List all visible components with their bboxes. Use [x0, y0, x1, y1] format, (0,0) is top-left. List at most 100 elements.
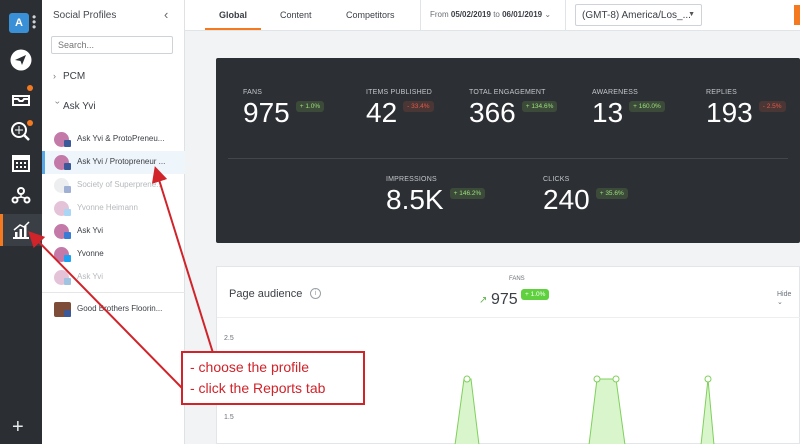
profile-item[interactable]: Ask Yvi — [42, 220, 185, 243]
chevron-down-icon: ▼ — [688, 11, 695, 18]
profile-item[interactable]: Good Brothers Floorin... — [42, 298, 185, 321]
stat-value: 366 — [469, 97, 516, 128]
send-icon[interactable] — [9, 48, 33, 72]
tab-content[interactable]: Content — [280, 10, 312, 20]
stat-label: CLICKS — [543, 176, 570, 183]
profile-item[interactable]: Yvonne — [42, 243, 185, 266]
twitter-icon — [64, 255, 71, 262]
date-range-picker[interactable]: From 05/02/2019 to 06/01/2019 ⌄ — [430, 10, 551, 19]
profile-item[interactable]: Yvonne Heimann — [42, 197, 185, 220]
chart-point — [612, 375, 620, 383]
date-to: 06/01/2019 — [502, 10, 543, 19]
chart-spike — [700, 378, 715, 444]
stat-label: REPLIES — [706, 89, 737, 96]
stat-change-badge: + 35.6% — [595, 188, 628, 199]
divider — [42, 292, 185, 293]
profile-name: Yvonne — [77, 249, 104, 258]
stat-label: AWARENESS — [592, 89, 639, 96]
profile-name: Ask Yvi / Protopreneur ... — [77, 157, 166, 166]
active-tab-indicator — [205, 28, 261, 30]
divider — [420, 0, 421, 31]
twitter-icon — [64, 209, 71, 216]
team-icon[interactable] — [9, 184, 33, 208]
stat-value: 240 — [543, 184, 590, 215]
divider — [228, 158, 788, 159]
profile-name: Ask Yvi & ProtoPreneu... — [77, 134, 165, 143]
listening-notification-dot — [27, 120, 33, 126]
stat-value: 42 — [366, 97, 398, 128]
date-from: 05/02/2019 — [450, 10, 491, 19]
stat-change-badge: + 146.2% — [449, 188, 486, 199]
group-ask-yvi[interactable]: ›Ask Yvi — [53, 101, 96, 112]
stat-change-badge: - 2.5% — [758, 101, 786, 112]
profile-item[interactable]: Ask Yvi — [42, 266, 185, 289]
stat-impressions: IMPRESSIONS 8.5K + 146.2% — [386, 176, 486, 216]
timezone-select[interactable]: (GMT-8) America/Los_... ▼ — [575, 4, 702, 26]
social-profiles-panel: Social Profiles ‹ ›PCM ›Ask Yvi Ask Yvi … — [42, 0, 185, 444]
chevron-down-icon: ⌄ — [544, 10, 552, 19]
stat-change-badge: + 160.0% — [629, 101, 665, 112]
facebook-icon — [64, 310, 71, 317]
stat-value: 13 — [592, 97, 624, 128]
profile-item[interactable]: Ask Yvi & ProtoPreneu... — [42, 128, 185, 151]
tab-competitors[interactable]: Competitors — [346, 10, 395, 20]
chevron-down-icon: › — [53, 101, 63, 104]
profile-name: Ask Yvi — [77, 272, 104, 281]
facebook-icon — [64, 140, 71, 147]
chart-point — [704, 375, 712, 383]
profile-name: Society of Superprene... — [77, 180, 163, 189]
profile-item-selected[interactable]: Ask Yvi / Protopreneur ... — [42, 151, 185, 174]
linkedin-icon — [64, 278, 71, 285]
date-to-label: to — [493, 10, 500, 19]
divider — [565, 0, 566, 31]
stat-change-badge: + 1.0% — [295, 101, 325, 112]
reports-topbar: Global Content Competitors From 05/02/20… — [185, 0, 800, 31]
tab-global[interactable]: Global — [219, 10, 247, 20]
collapse-panel-icon[interactable]: ‹ — [164, 7, 168, 22]
main-nav-rail: A • • • + — [0, 0, 42, 444]
stat-fans: FANS 975 + 1.0% — [243, 89, 325, 129]
annotation-callout: - choose the profile - click the Reports… — [181, 351, 365, 405]
stat-label: FANS — [243, 89, 263, 96]
chevron-right-icon: › — [53, 71, 56, 81]
profile-item[interactable]: Society of Superprene... — [42, 174, 185, 197]
stat-value: 193 — [706, 97, 753, 128]
chart-spike — [588, 378, 626, 444]
stat-replies: REPLIES 193 - 2.5% — [706, 89, 786, 129]
profile-name: Yvonne Heimann — [77, 203, 138, 212]
export-button[interactable] — [794, 5, 800, 25]
date-from-label: From — [430, 10, 449, 19]
summary-stats-card: FANS 975 + 1.0% ITEMS PUBLISHED 42 - 33.4%… — [216, 58, 800, 243]
stat-label: IMPRESSIONS — [386, 176, 437, 183]
stat-value: 975 — [243, 97, 290, 128]
stat-value: 8.5K — [386, 184, 444, 215]
timezone-value: (GMT-8) America/Los_... — [582, 10, 691, 21]
reports-icon[interactable] — [9, 218, 33, 242]
stat-clicks: CLICKS 240 + 35.6% — [543, 176, 628, 216]
stat-change-badge: + 134.6% — [521, 101, 558, 112]
annotation-line: - choose the profile — [190, 359, 310, 375]
profile-name: Good Brothers Floorin... — [77, 304, 163, 313]
stat-label: TOTAL ENGAGEMENT — [469, 89, 546, 96]
instagram-icon — [64, 232, 71, 239]
profile-search-input[interactable] — [51, 36, 173, 54]
chart-spike — [454, 378, 480, 444]
stat-change-badge: - 33.4% — [403, 101, 434, 112]
group-label: Ask Yvi — [63, 101, 96, 112]
calendar-icon[interactable] — [9, 151, 33, 175]
chart-point — [463, 375, 471, 383]
group-pcm[interactable]: › PCM — [53, 71, 85, 82]
chart-point — [593, 375, 601, 383]
stat-label: ITEMS PUBLISHED — [366, 89, 433, 96]
more-options-icon[interactable]: • • • — [32, 11, 36, 33]
inbox-notification-dot — [27, 85, 33, 91]
group-label: PCM — [63, 71, 86, 82]
panel-title: Social Profiles — [53, 10, 117, 21]
stat-awareness: AWARENESS 13 + 160.0% — [592, 89, 665, 129]
facebook-icon — [64, 186, 71, 193]
stat-items-published: ITEMS PUBLISHED 42 - 33.4% — [366, 89, 434, 129]
account-avatar[interactable]: A — [9, 13, 29, 33]
stat-total-engagement: TOTAL ENGAGEMENT 366 + 134.6% — [469, 89, 558, 129]
profile-name: Ask Yvi — [77, 226, 104, 235]
add-icon[interactable]: + — [12, 416, 24, 439]
